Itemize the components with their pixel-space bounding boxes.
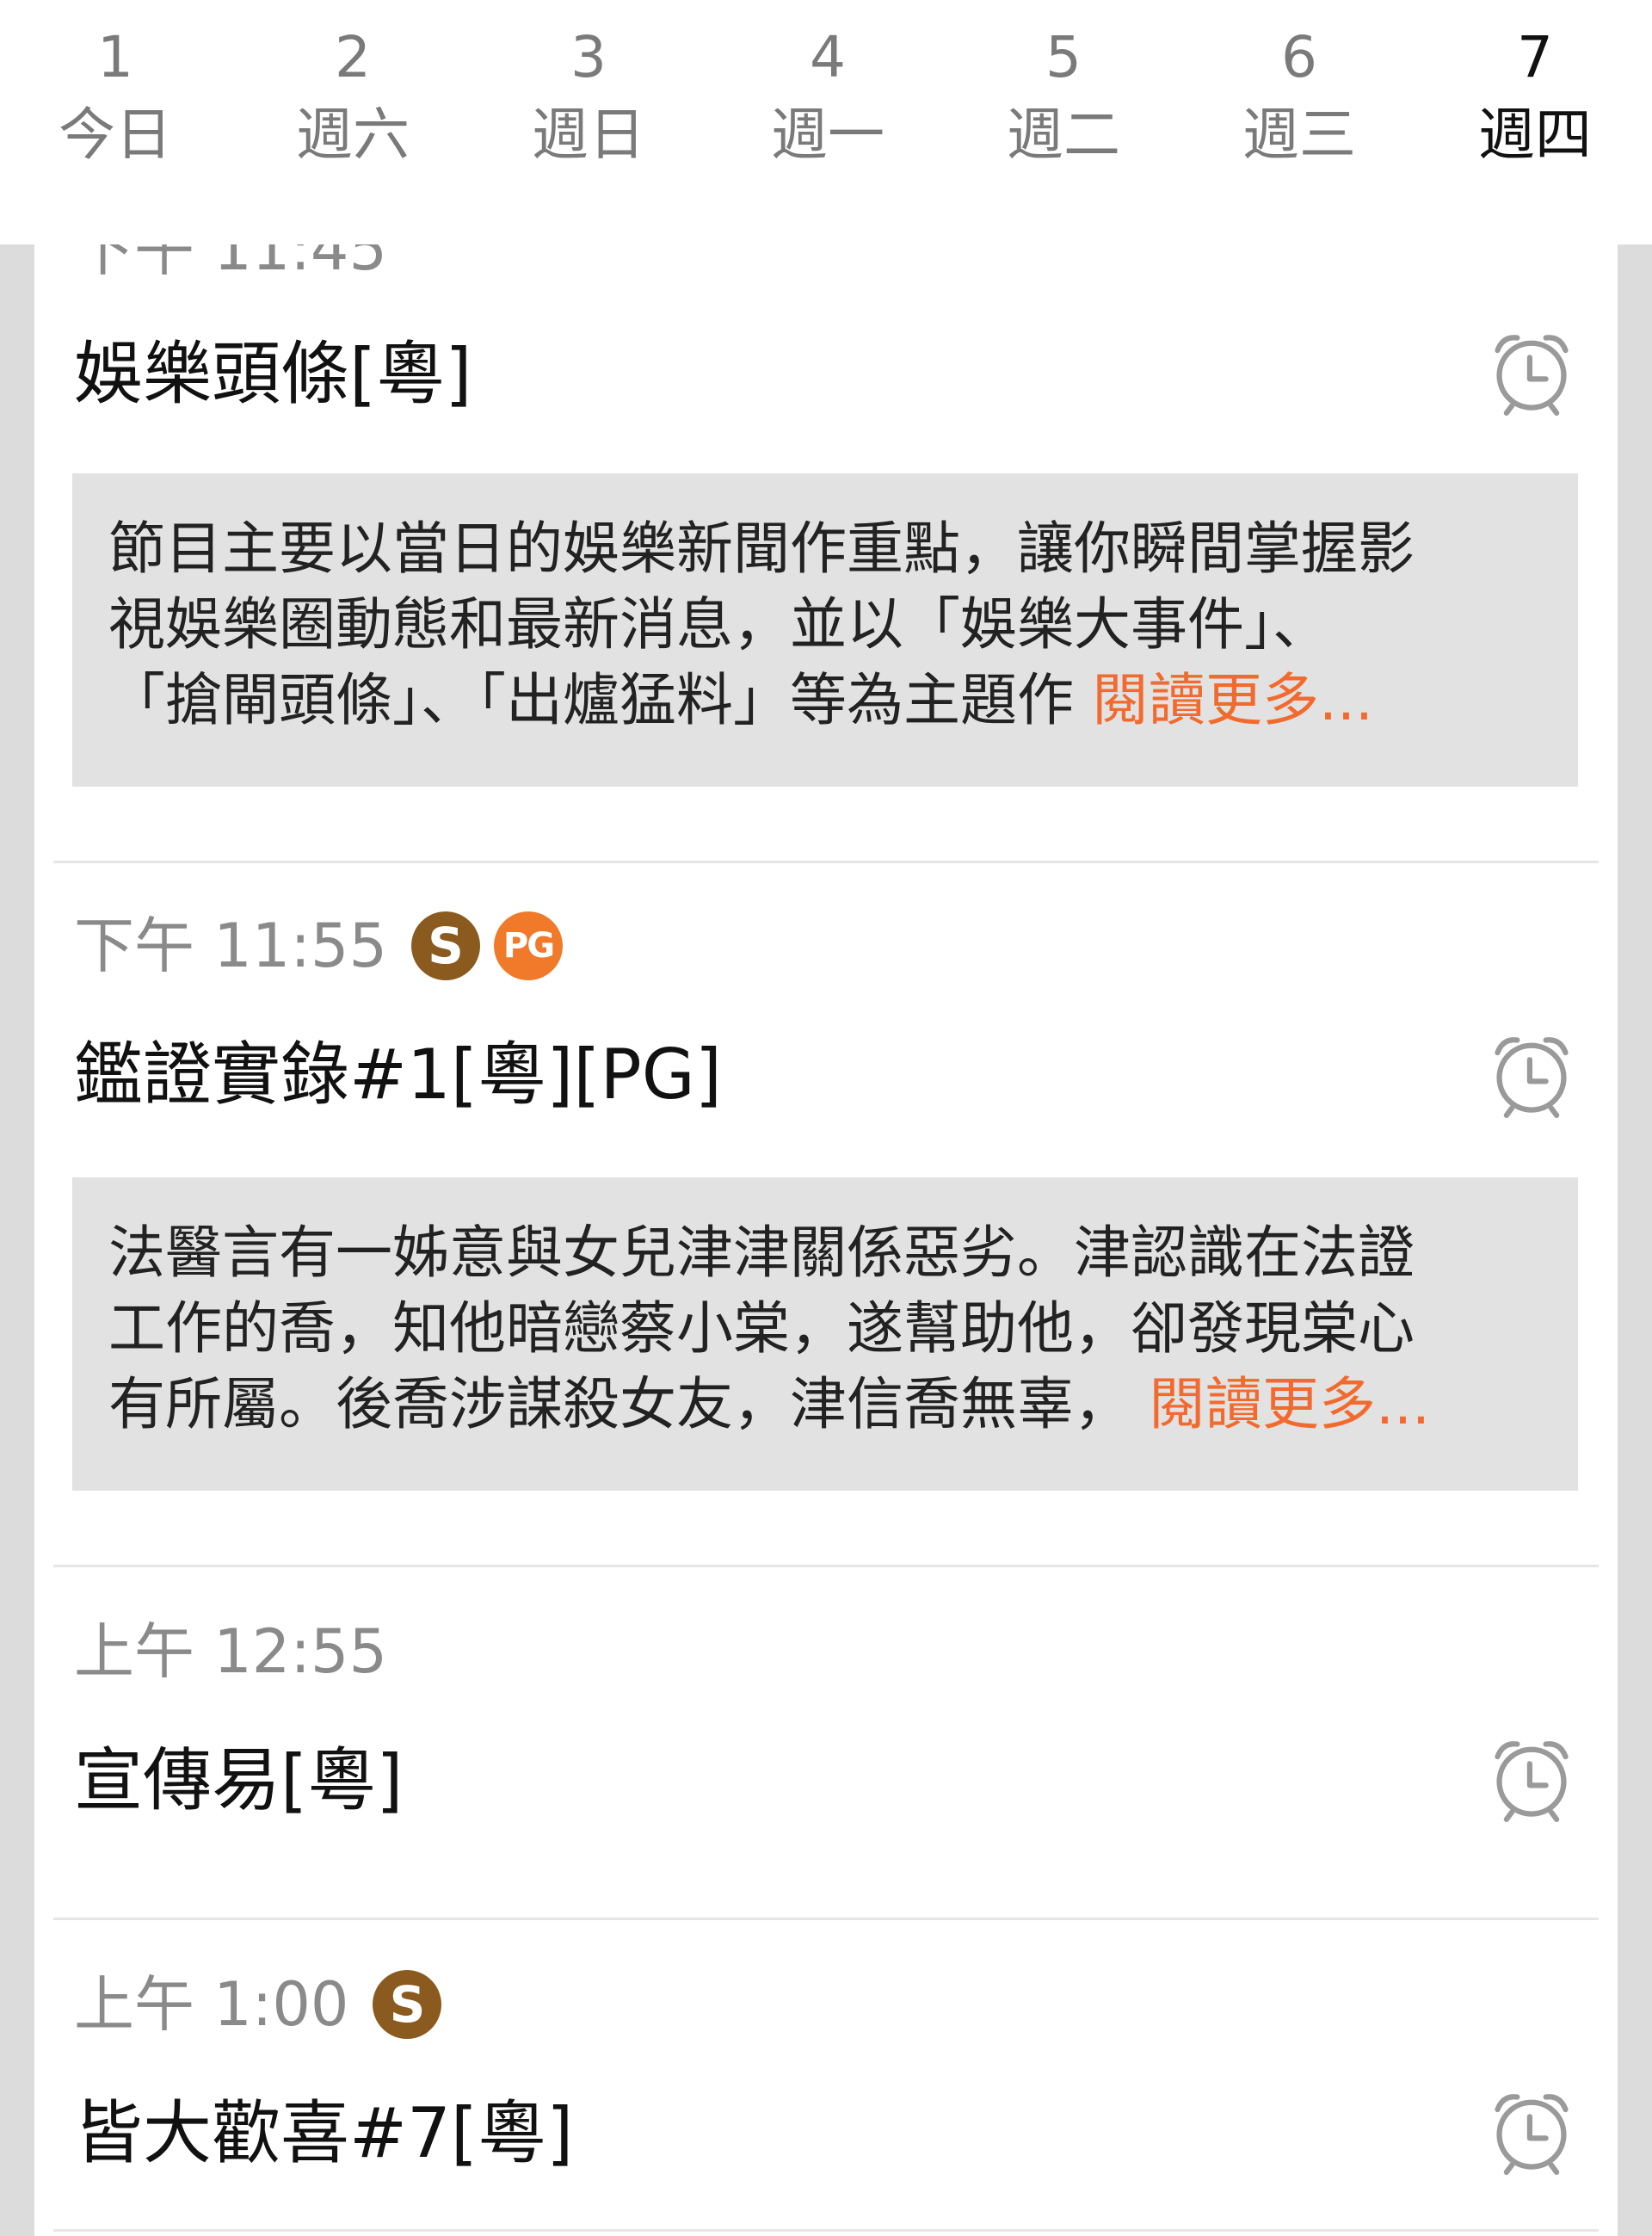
program-title[interactable]: 皆大歡喜#7[粵] [74, 2086, 573, 2181]
program-description-box: 節目主要以當日的娛樂新聞作重點，讓你瞬間掌握影 視娛樂圈動態和最新消息，並以「娛樂… [72, 473, 1578, 787]
date-tab-1[interactable]: 1 今日 [12, 19, 219, 174]
program-time: 下午 11:45 [74, 244, 387, 284]
program-title[interactable]: 鑑證實錄#1[粵][PG] [74, 1028, 722, 1122]
date-tab-bar: 1 今日 2 週六 3 週日 4 週一 5 週二 6 週三 7 週四 [0, 0, 1652, 244]
program-time-row: 下午 11:55 S PG [74, 907, 563, 985]
date-tab-7[interactable]: 7 週四 [1432, 19, 1638, 174]
read-more-link[interactable]: 閱讀更多... [1092, 667, 1373, 733]
date-tab-number: 5 [1045, 24, 1082, 90]
date-tab-number: 7 [1517, 24, 1553, 90]
alarm-clock-icon[interactable] [1487, 1733, 1576, 1823]
pg-rating-badge: PG [493, 911, 563, 980]
program-description: 法醫言有一姊意與女兒津津關係惡劣。津認識在法證 工作的喬，知他暗戀蔡小棠，遂幫助他… [108, 1215, 1554, 1442]
date-tab-weekday: 今日 [59, 102, 172, 168]
date-tab-3[interactable]: 3 週日 [485, 19, 692, 174]
date-tab-weekday: 週一 [771, 102, 885, 168]
program-title[interactable]: 娛樂頭條[粵] [74, 327, 472, 422]
alarm-clock-icon[interactable] [1487, 1029, 1576, 1119]
date-tab-number: 6 [1281, 24, 1317, 90]
read-more-link[interactable]: 閱讀更多... [1149, 1371, 1430, 1437]
program-description-box: 法醫言有一姊意與女兒津津關係惡劣。津認識在法證 工作的喬，知他暗戀蔡小棠，遂幫助他… [72, 1177, 1578, 1491]
program-description: 節目主要以當日的娛樂新聞作重點，讓你瞬間掌握影 視娛樂圈動態和最新消息，並以「娛樂… [108, 511, 1554, 738]
date-tab-weekday: 週六 [296, 102, 410, 168]
date-tab-6[interactable]: 6 週三 [1196, 19, 1402, 174]
date-tab-4[interactable]: 4 週一 [724, 19, 931, 174]
date-tab-number: 3 [570, 24, 607, 90]
program-divider [53, 861, 1599, 863]
date-tab-2[interactable]: 2 週六 [250, 19, 456, 174]
program-divider [53, 1565, 1599, 1567]
program-time: 上午 1:00 [74, 1969, 349, 2040]
program-time-row: 下午 11:45 [74, 244, 387, 287]
description-line: 工作的喬，知他暗戀蔡小棠，遂幫助他，卻發現棠心 [108, 1295, 1415, 1362]
date-tab-number: 1 [97, 24, 133, 90]
subtitle-badge: S [373, 1970, 442, 2039]
description-line: 有所屬。後喬涉謀殺女友，津信喬無辜， [108, 1371, 1149, 1437]
date-tab-5[interactable]: 5 週二 [960, 19, 1167, 174]
alarm-clock-icon[interactable] [1487, 2086, 1576, 2176]
program-divider [53, 2229, 1599, 2232]
description-line: 法醫言有一姊意與女兒津津關係惡劣。津認識在法證 [108, 1220, 1415, 1286]
date-tab-weekday: 週日 [532, 102, 645, 168]
description-line: 「搶閘頭條」、「出爐猛料」等為主題作 [108, 667, 1092, 733]
description-line: 視娛樂圈動態和最新消息，並以「娛樂大事件」、 [108, 591, 1329, 658]
program-time: 下午 11:55 [74, 911, 387, 981]
program-divider [53, 1918, 1599, 1920]
program-time-row: 上午 12:55 [74, 1613, 387, 1690]
program-title[interactable]: 宣傳易[粵] [74, 1733, 403, 1828]
description-line: 節目主要以當日的娛樂新聞作重點，讓你瞬間掌握影 [108, 516, 1415, 582]
subtitle-badge: S [410, 911, 480, 980]
program-time-row: 上午 1:00 S [74, 1966, 442, 2043]
date-tab-number: 2 [335, 24, 371, 90]
date-tab-weekday: 週四 [1478, 102, 1592, 168]
program-time: 上午 12:55 [74, 1616, 387, 1687]
date-tab-number: 4 [810, 24, 846, 90]
date-tab-weekday: 週二 [1007, 102, 1120, 168]
date-tab-weekday: 週三 [1242, 102, 1356, 168]
program-list: 下午 11:45 娛樂頭條[粵] 節目主要以當日的娛樂新聞作重點，讓你瞬間掌握影… [34, 244, 1618, 2236]
alarm-clock-icon[interactable] [1487, 327, 1576, 417]
